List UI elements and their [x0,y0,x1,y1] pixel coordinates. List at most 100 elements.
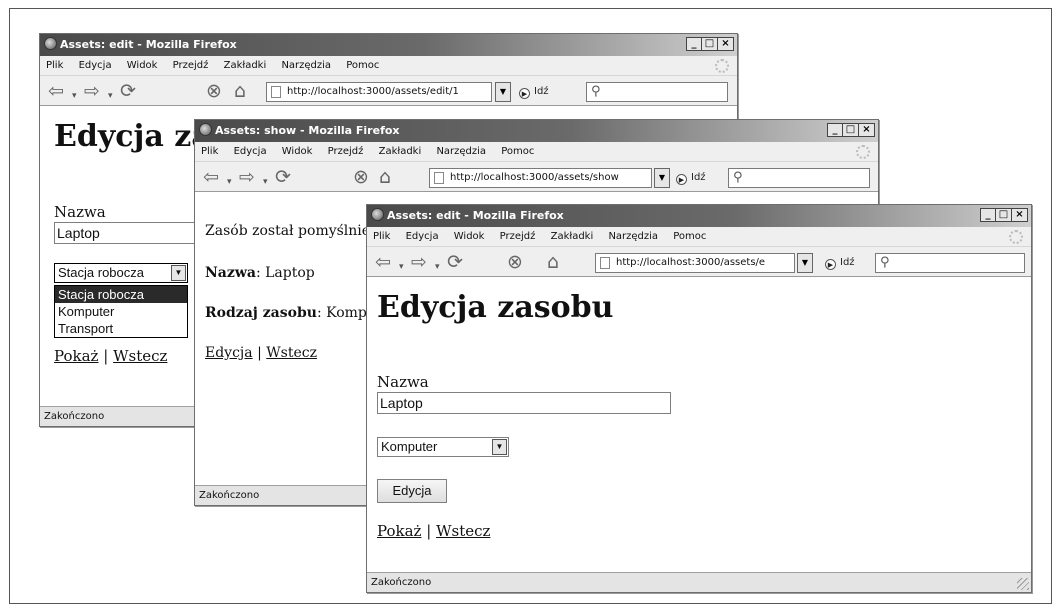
forward-arrow-icon[interactable]: ⇨ [84,81,100,101]
address-dropdown[interactable]: ▼ [495,82,511,102]
home-icon[interactable]: ⌂ [547,252,559,272]
minimize-icon[interactable]: _ [980,208,996,222]
menu-zakladki[interactable]: Zakładki [224,60,267,71]
menu-bar: Plik Edycja Widok Przejdź Zakładki Narzę… [367,227,1031,247]
page-icon [434,172,444,184]
chevron-down-icon: ▼ [171,265,186,281]
resize-grip-icon[interactable] [1017,578,1029,590]
go-button[interactable]: ▶ Idź [676,170,706,186]
menu-widok[interactable]: Widok [282,146,313,157]
footer-links: Edycja | Wstecz [205,345,317,361]
edit-link[interactable]: Edycja [205,345,253,361]
menu-widok[interactable]: Widok [127,60,158,71]
back-arrow-icon[interactable]: ⇦ [375,252,391,272]
go-button[interactable]: ▶ Idź [519,84,549,100]
menu-plik[interactable]: Plik [46,60,63,71]
go-label: Idź [691,172,706,183]
address-bar[interactable]: http://localhost:3000/assets/e [595,253,795,273]
minimize-icon[interactable]: _ [827,123,843,137]
option-stacja-robocza[interactable]: Stacja robocza [55,286,187,303]
menu-pomoc[interactable]: Pomoc [346,60,379,71]
stop-icon[interactable]: ⊗ [507,252,523,272]
menu-narzedzia[interactable]: Narzędzia [436,146,486,157]
maximize-icon[interactable]: □ [843,123,859,137]
back-dropdown-icon[interactable]: ▾ [72,86,77,106]
status-text: Zakończono [371,577,432,588]
reload-icon[interactable]: ⟳ [447,252,463,272]
notice-text: Zasób został pomyślnie [205,223,371,239]
title-bar[interactable]: Assets: edit - Mozilla Firefox _ □ × [40,34,737,56]
address-bar[interactable]: http://localhost:3000/assets/show [429,168,652,188]
search-box[interactable]: ⚲ [728,168,870,188]
title-bar[interactable]: Assets: show - Mozilla Firefox _ □ × [195,120,878,142]
maximize-icon[interactable]: □ [702,37,718,51]
minimize-icon[interactable]: _ [686,37,702,51]
back-arrow-icon[interactable]: ⇦ [203,167,219,187]
asset-type-select[interactable]: Stacja robocza ▼ [54,263,188,283]
menu-edycja[interactable]: Edycja [234,146,267,157]
option-komputer[interactable]: Komputer [55,303,187,320]
home-icon[interactable]: ⌂ [379,167,391,187]
page-title: Edycja za [54,119,211,154]
navigation-toolbar: ⇦ ▾ ⇨ ▾ ⟳ ⊗ ⌂ http://localhost:3000/asse… [367,247,1031,277]
forward-arrow-icon[interactable]: ⇨ [239,167,255,187]
forward-arrow-icon[interactable]: ⇨ [411,252,427,272]
address-dropdown[interactable]: ▼ [797,253,813,273]
firefox-icon [44,37,57,50]
menu-przejdz[interactable]: Przejdź [173,60,209,71]
asset-type-select[interactable]: Komputer ▼ [377,437,509,457]
close-icon[interactable]: × [1012,208,1028,222]
firefox-icon [199,123,212,136]
page-content: Edycja zasobu Nazwa Laptop Komputer ▼ Ed… [367,280,1031,572]
reload-icon[interactable]: ⟳ [275,167,291,187]
menu-pomoc[interactable]: Pomoc [673,231,706,242]
search-box[interactable]: ⚲ [586,82,728,102]
address-text: http://localhost:3000/assets/e [616,257,766,268]
back-link[interactable]: Wstecz [113,347,167,365]
menu-widok[interactable]: Widok [454,231,485,242]
forward-dropdown-icon[interactable]: ▾ [263,172,268,192]
menu-zakladki[interactable]: Zakładki [379,146,422,157]
menu-edycja[interactable]: Edycja [79,60,112,71]
forward-dropdown-icon[interactable]: ▾ [435,257,440,277]
reload-icon[interactable]: ⟳ [120,81,136,101]
search-icon: ⚲ [880,255,890,270]
maximize-icon[interactable]: □ [996,208,1012,222]
menu-przejdz[interactable]: Przejdź [500,231,536,242]
footer-links: Pokaż | Wstecz [54,347,167,365]
stop-icon[interactable]: ⊗ [206,81,222,101]
address-dropdown[interactable]: ▼ [654,168,670,188]
name-label: Nazwa [377,373,429,391]
menu-edycja[interactable]: Edycja [406,231,439,242]
chevron-down-icon: ▼ [492,439,507,455]
back-link[interactable]: Wstecz [436,522,490,540]
back-dropdown-icon[interactable]: ▾ [399,257,404,277]
firefox-icon [371,208,384,221]
menu-narzedzia[interactable]: Narzędzia [608,231,658,242]
go-button[interactable]: ▶ Idź [825,255,855,271]
back-dropdown-icon[interactable]: ▾ [227,172,232,192]
back-arrow-icon[interactable]: ⇦ [48,81,64,101]
name-label: Nazwa [205,265,256,281]
home-icon[interactable]: ⌂ [234,81,246,101]
menu-zakladki[interactable]: Zakładki [551,231,594,242]
search-box[interactable]: ⚲ [875,253,1025,273]
back-link[interactable]: Wstecz [266,345,317,361]
address-bar[interactable]: http://localhost:3000/assets/edit/1 [266,82,492,102]
menu-pomoc[interactable]: Pomoc [501,146,534,157]
menu-narzedzia[interactable]: Narzędzia [281,60,331,71]
show-link[interactable]: Pokaż [377,522,421,540]
forward-dropdown-icon[interactable]: ▾ [108,86,113,106]
close-icon[interactable]: × [859,123,875,137]
menu-plik[interactable]: Plik [201,146,218,157]
menu-plik[interactable]: Plik [373,231,390,242]
search-icon: ⚲ [591,84,601,99]
menu-przejdz[interactable]: Przejdź [328,146,364,157]
close-icon[interactable]: × [718,37,734,51]
show-link[interactable]: Pokaż [54,347,98,365]
title-bar[interactable]: Assets: edit - Mozilla Firefox _ □ × [367,205,1031,227]
option-transport[interactable]: Transport [55,320,187,337]
name-input[interactable]: Laptop [377,392,671,414]
stop-icon[interactable]: ⊗ [353,167,369,187]
submit-button[interactable]: Edycja [377,479,447,503]
